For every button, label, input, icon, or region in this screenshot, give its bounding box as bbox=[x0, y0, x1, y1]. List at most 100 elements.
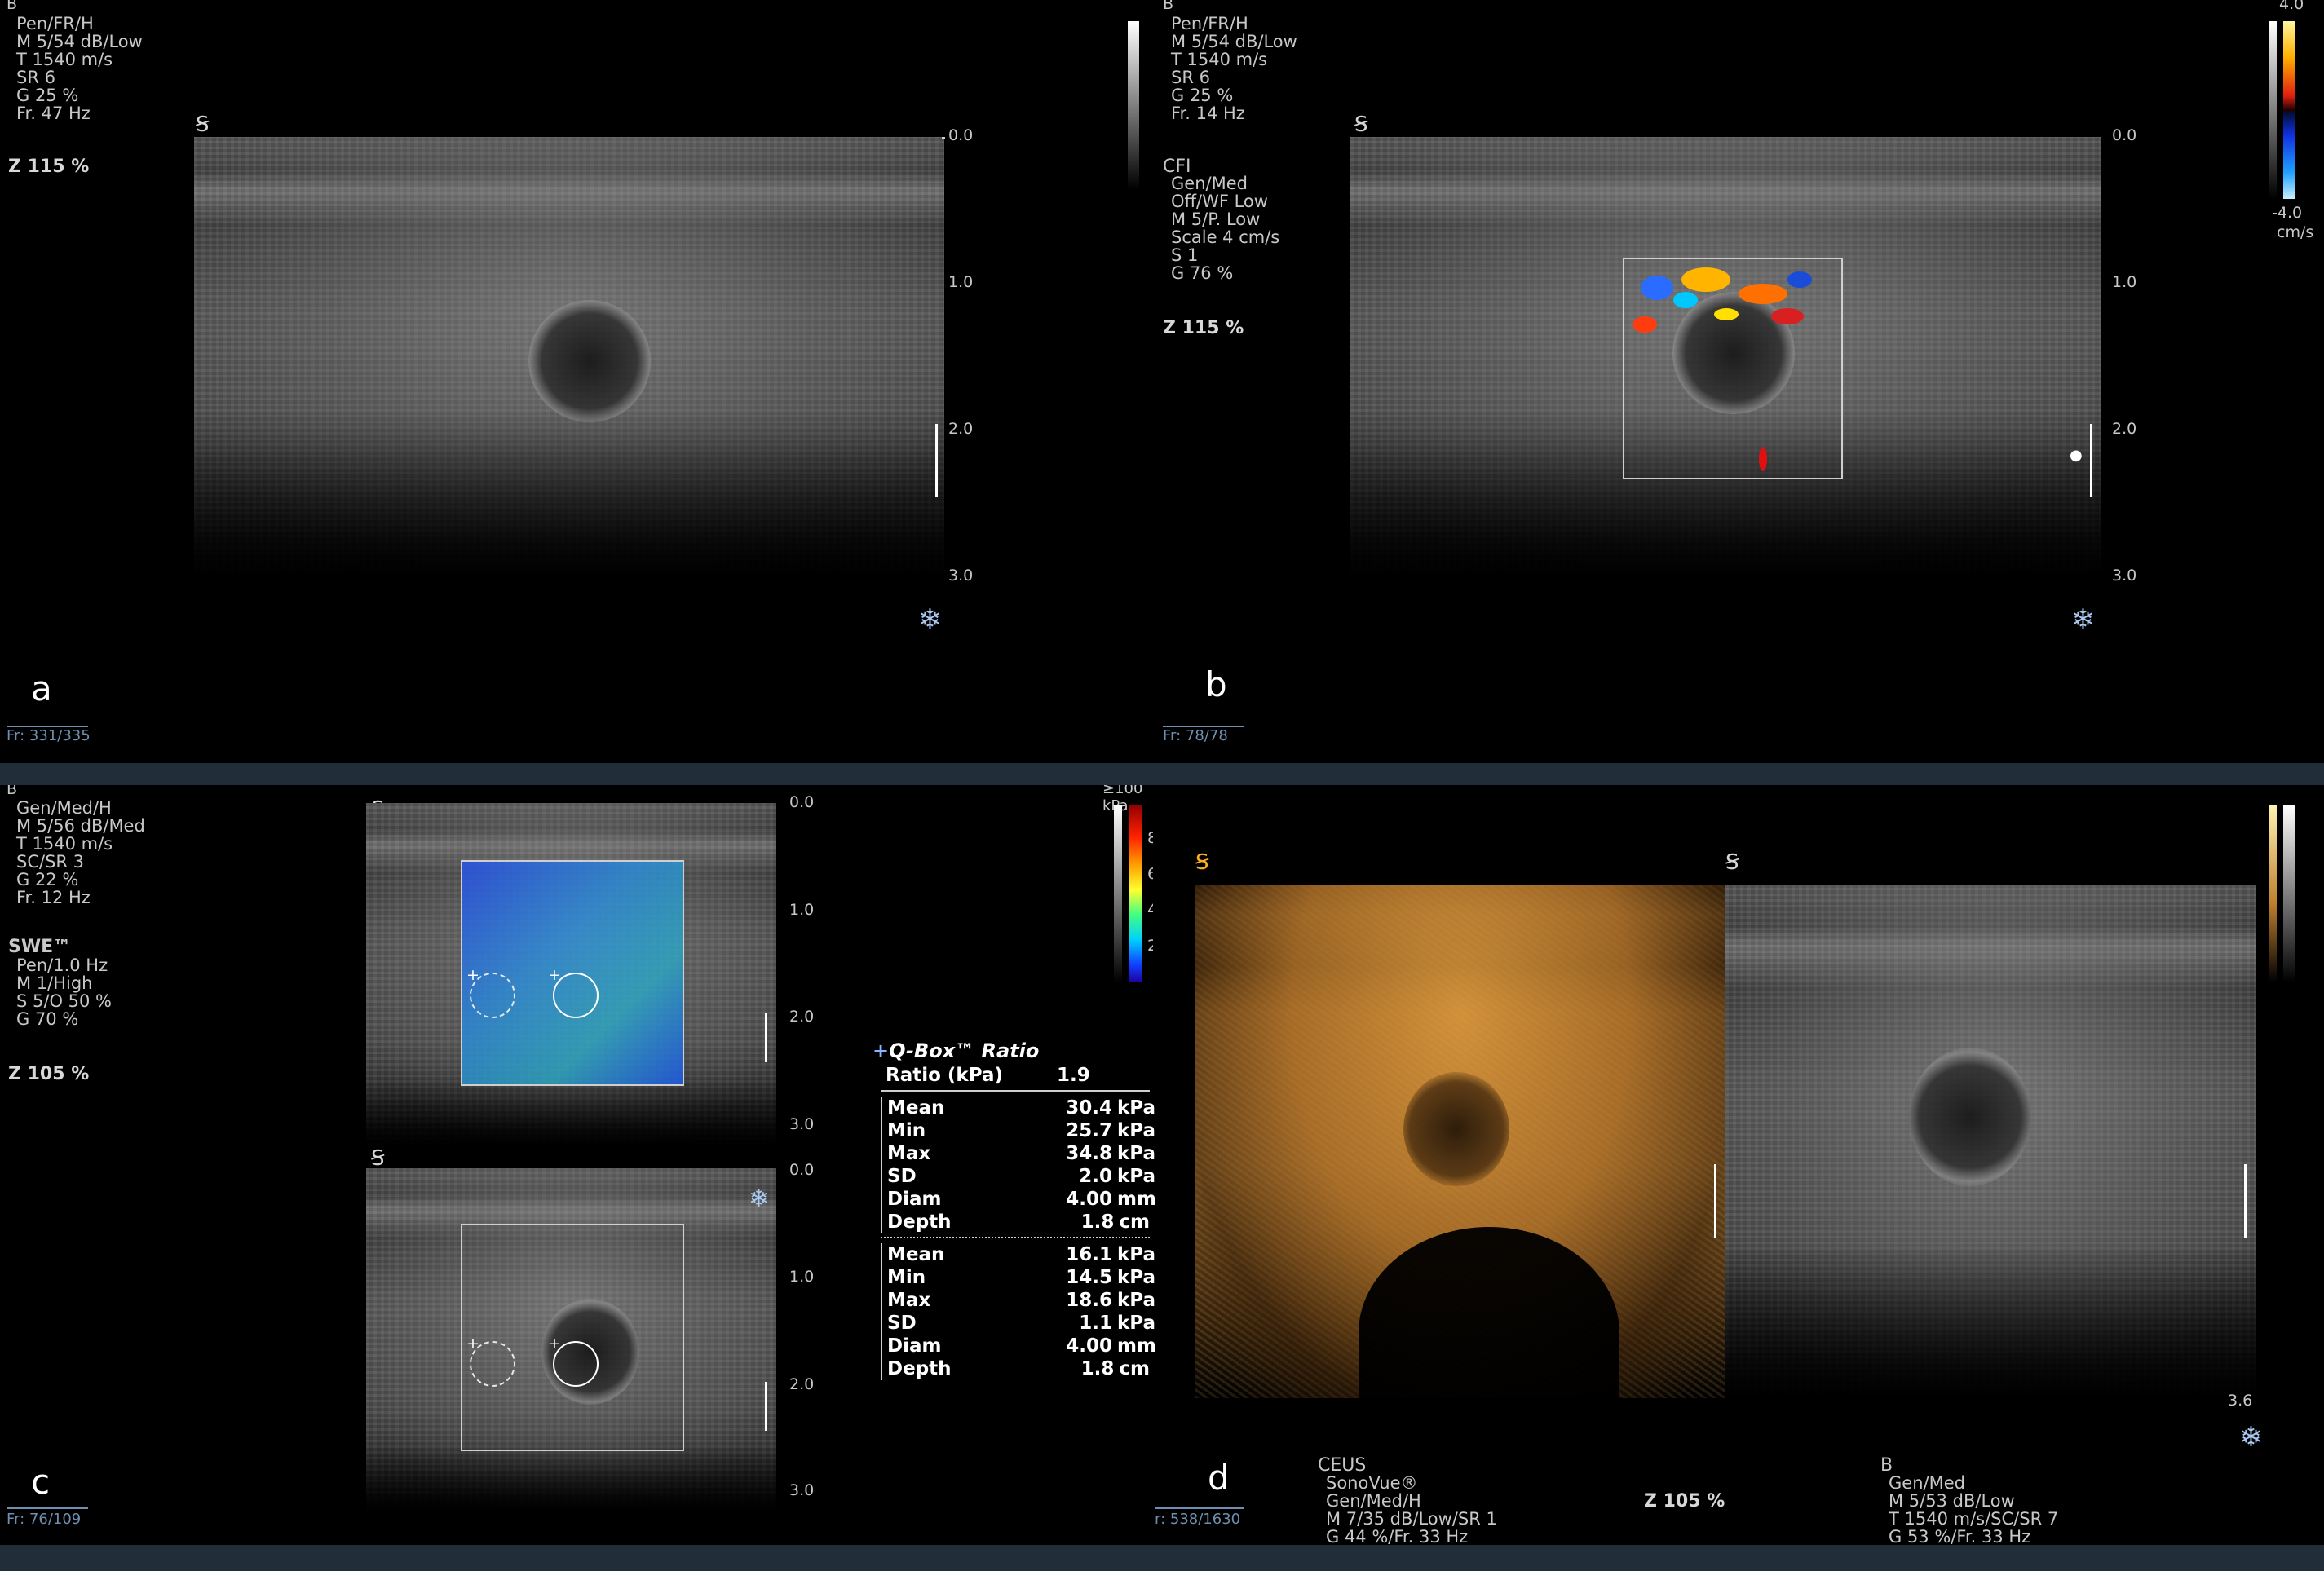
b-params: Gen/Med M 5/53 dB/Low T 1540 m/s/SC/SR 7G … bbox=[1889, 1474, 2058, 1545]
qbox-row: Min 25.7 kPa bbox=[882, 1119, 1156, 1142]
panel-b: B Pen/FR/H M 5/54 dB/Low T 1540 m/s SR 6G 2… bbox=[1155, 0, 2324, 763]
ratio-value: 1.9 bbox=[1057, 1065, 1090, 1086]
elasticity-tick: 40 bbox=[1147, 901, 1153, 919]
qbox-row: Mean 16.1 kPa bbox=[882, 1243, 1156, 1266]
panel-letter: c bbox=[31, 1462, 51, 1502]
probe-orientation-icon: Ꞩ bbox=[1354, 113, 1368, 137]
qbox-value: 1.1 bbox=[1079, 1313, 1112, 1334]
depth-label: 1.0 bbox=[948, 273, 974, 291]
param-line: M 5/P. Low bbox=[1171, 210, 1261, 229]
depth-scale-bar bbox=[765, 1013, 767, 1062]
param-line: SR 6 bbox=[16, 68, 55, 87]
qbox-value: 4.00 bbox=[1066, 1189, 1112, 1210]
ceus-image bbox=[1195, 885, 1725, 1398]
snowflake-icon[interactable]: ❄ bbox=[918, 603, 942, 636]
snowflake-icon[interactable]: ❄ bbox=[2071, 603, 2095, 636]
param-line: M 1/High bbox=[16, 973, 93, 993]
qbox-unit: mm bbox=[1117, 1189, 1156, 1210]
qbox-label: Diam bbox=[887, 1189, 942, 1210]
depth-max-label: 3.6 bbox=[2228, 1392, 2253, 1410]
qbox-value: 4.00 bbox=[1066, 1335, 1112, 1357]
param-line: SR 6 bbox=[1171, 68, 1210, 87]
color-scale-min: -4.0 bbox=[2272, 204, 2303, 222]
param-line: Fr. 12 Hz bbox=[16, 888, 91, 907]
depth-label: 2.0 bbox=[948, 420, 974, 438]
qbox-label: SD bbox=[887, 1313, 917, 1334]
nodule bbox=[1909, 1048, 2031, 1186]
zoom-level: Z 115 % bbox=[8, 157, 90, 177]
frame-slider[interactable] bbox=[7, 717, 88, 727]
param-line: SC/SR 3 bbox=[16, 852, 85, 872]
elasticity-tick: 80 bbox=[1147, 829, 1153, 847]
qbox-unit: kPa bbox=[1117, 1097, 1156, 1119]
depth-label: 2.0 bbox=[789, 1008, 815, 1026]
depth-label: 0.0 bbox=[789, 793, 815, 811]
frame-counter: Fr: 78/78 bbox=[1163, 727, 1228, 744]
depth-label: 0.0 bbox=[2112, 126, 2137, 144]
depth-scale-bar bbox=[2090, 424, 2092, 497]
param-line: SonoVue® bbox=[1326, 1473, 1418, 1493]
snowflake-icon[interactable]: ❄ bbox=[749, 1185, 769, 1213]
param-line: Fr. 14 Hz bbox=[1171, 104, 1245, 123]
color-scale-unit: cm/s bbox=[2277, 223, 2314, 241]
qbox-value: 16.1 bbox=[1066, 1244, 1112, 1265]
param-line: M 5/56 dB/Med bbox=[16, 816, 145, 836]
qbox-row: SD 1.1 kPa bbox=[882, 1312, 1155, 1335]
qbox-label: Max bbox=[887, 1143, 931, 1164]
qbox-row: Diam 4.00 mm bbox=[882, 1188, 1156, 1211]
panel-letter: b bbox=[1205, 664, 1227, 704]
qbox-value: 30.4 bbox=[1066, 1097, 1112, 1119]
depth-label: 3.0 bbox=[2112, 567, 2137, 585]
cfi-params: Gen/Med Off/WF Low M 5/P. Low Scale 4 cm/s S… bbox=[1171, 174, 1279, 282]
grayscale-bar bbox=[2269, 21, 2277, 199]
param-line: T 1540 m/s bbox=[16, 50, 113, 69]
param-line: G 53 %/Fr. 33 Hz bbox=[1889, 1527, 2031, 1545]
panel-letter: d bbox=[1208, 1458, 1230, 1498]
zoom-level: Z 115 % bbox=[1163, 318, 1244, 338]
color-doppler-box[interactable] bbox=[1623, 258, 1843, 479]
param-line: Gen/Med/H bbox=[16, 798, 112, 818]
frame-slider[interactable] bbox=[7, 1499, 88, 1509]
qbox-unit: kPa bbox=[1117, 1143, 1156, 1164]
param-line: G 44 %/Fr. 33 Hz bbox=[1326, 1527, 1469, 1545]
param-line: M 5/53 dB/Low bbox=[1889, 1491, 2015, 1511]
param-line: S 1 bbox=[1171, 245, 1199, 265]
swe-title: SWE™ bbox=[8, 937, 72, 957]
frame-slider[interactable] bbox=[1163, 717, 1244, 727]
qbox-group-lesion: Mean 30.4 kPa Min 25.7 kPa Max 34.8 kPa SD 2.0 kPa D… bbox=[881, 1097, 1156, 1233]
probe-orientation-icon: Ꞩ bbox=[196, 113, 210, 137]
b-mode-image bbox=[194, 137, 944, 577]
nodule bbox=[528, 300, 651, 422]
param-line: M 7/35 dB/Low/SR 1 bbox=[1326, 1509, 1497, 1529]
acquisition-params: Gen/Med/H M 5/56 dB/Med T 1540 m/s SC/SR 3G… bbox=[16, 799, 145, 907]
ceus-probe-orientation-icon: Ꞩ bbox=[1195, 850, 1209, 875]
param-line: S 5/O 50 % bbox=[16, 991, 112, 1011]
depth-scale-bar bbox=[765, 1382, 767, 1431]
qbox-value: 2.0 bbox=[1079, 1166, 1112, 1187]
snowflake-icon[interactable]: ❄ bbox=[2239, 1421, 2263, 1454]
grayscale-bar bbox=[1128, 21, 1139, 189]
grayscale-bar bbox=[1114, 805, 1122, 982]
depth-label: 0.0 bbox=[789, 1161, 815, 1179]
panel-separator bbox=[0, 763, 2324, 785]
qbox-unit: kPa bbox=[1117, 1120, 1156, 1141]
frame-slider[interactable] bbox=[1155, 1499, 1244, 1509]
depth-label: 3.0 bbox=[948, 567, 974, 585]
roi-marker: + bbox=[466, 1335, 479, 1353]
param-line: M 5/54 dB/Low bbox=[16, 32, 143, 51]
mode-label: B bbox=[7, 0, 18, 13]
swe-roi-box-outline[interactable] bbox=[461, 1224, 684, 1451]
param-line: Fr. 47 Hz bbox=[16, 104, 91, 123]
depth-label: 1.0 bbox=[789, 1268, 815, 1286]
param-line: Pen/1.0 Hz bbox=[16, 955, 108, 975]
depth-label: 2.0 bbox=[2112, 420, 2137, 438]
param-line: Scale 4 cm/s bbox=[1171, 227, 1280, 247]
elasticity-tick: 60 bbox=[1147, 865, 1153, 883]
param-line: Off/WF Low bbox=[1171, 192, 1268, 211]
qbox-value: 14.5 bbox=[1066, 1267, 1112, 1288]
depth-label: 0.0 bbox=[948, 126, 974, 144]
panel-a: B Pen/FR/H M 5/54 dB/Low T 1540 m/s SR 6G 2… bbox=[0, 0, 1153, 763]
zoom-level: Z 105 % bbox=[8, 1064, 90, 1084]
qbox-label: Diam bbox=[887, 1335, 942, 1357]
qbox-unit: kPa bbox=[1117, 1244, 1156, 1265]
